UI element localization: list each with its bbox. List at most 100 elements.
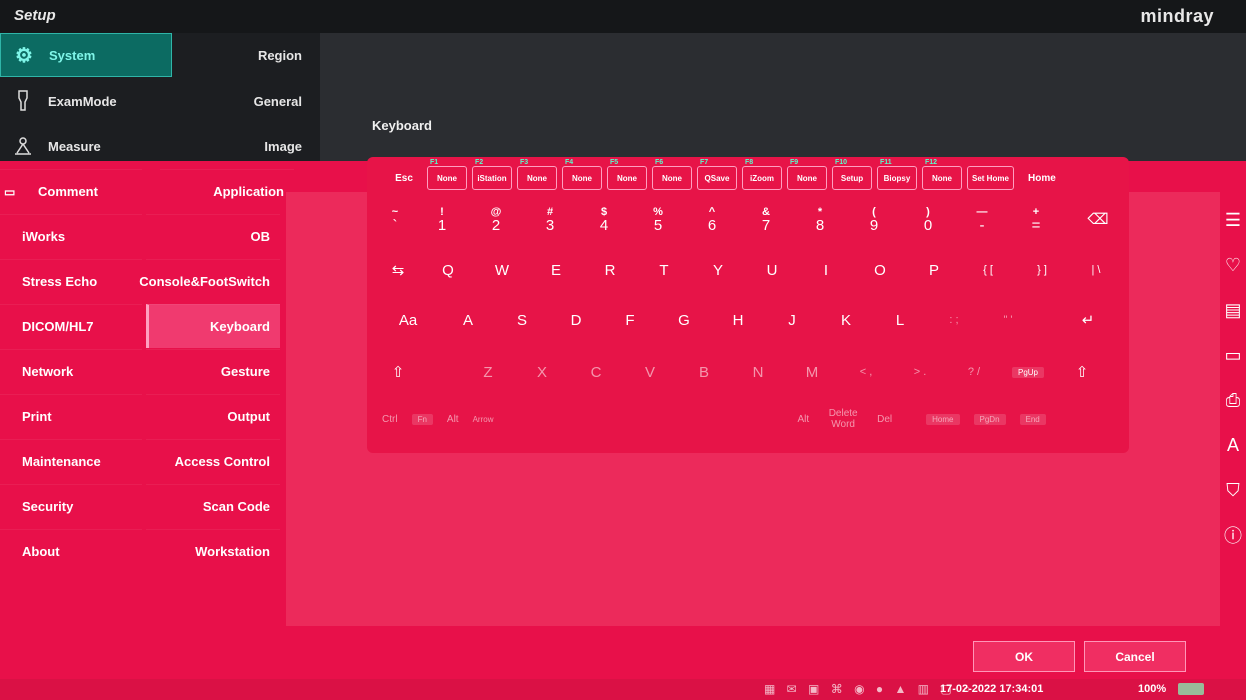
key-period[interactable]: > . — [893, 350, 947, 394]
monitor-icon[interactable]: ▭ — [1220, 340, 1246, 370]
nav-item-iworks[interactable]: iWorks — [0, 214, 142, 258]
key-o[interactable]: O — [853, 248, 907, 292]
key-4[interactable]: $4 — [577, 198, 631, 242]
key-b[interactable]: B — [677, 350, 731, 394]
key-arrow[interactable]: Arrow — [473, 415, 494, 424]
key-c[interactable]: C — [569, 350, 623, 394]
subnav-item-gesture[interactable]: Gesture — [146, 349, 280, 393]
nav-item-security[interactable]: Security — [0, 484, 142, 528]
info-icon[interactable]: ⓘ — [1220, 520, 1246, 550]
key-alt-right[interactable]: Alt — [797, 414, 809, 425]
key-t[interactable]: T — [637, 248, 691, 292]
key-f5[interactable]: F5 None — [607, 159, 647, 190]
key-p[interactable]: P — [907, 248, 961, 292]
key-esc[interactable]: Esc — [386, 166, 422, 190]
key-i[interactable]: I — [799, 248, 853, 292]
key-6[interactable]: ^ 6 — [685, 198, 739, 242]
key-bracket-right[interactable]: } ] — [1015, 248, 1069, 292]
key-9[interactable]: (9 — [847, 198, 901, 242]
key-pgup[interactable]: PgUp — [1001, 350, 1055, 394]
enter-key[interactable]: ↵ — [1053, 298, 1123, 342]
tab-key[interactable]: ⇆ — [375, 248, 421, 292]
key-s[interactable]: S — [495, 298, 549, 342]
heart-icon[interactable]: ♡ — [1220, 250, 1246, 280]
key-f9[interactable]: F9 None — [787, 159, 827, 190]
subnav-item-image[interactable]: Image — [176, 124, 310, 168]
key-minus[interactable]: — - — [955, 198, 1009, 242]
key-q[interactable]: Q — [421, 248, 475, 292]
subnav-item-scan-code[interactable]: Scan Code — [146, 484, 280, 528]
key-1[interactable]: ! 1 — [415, 198, 469, 242]
key-2[interactable]: @2 — [469, 198, 523, 242]
nav-item-stress-echo[interactable]: Stress Echo — [0, 259, 142, 303]
key-pgdn[interactable]: PgDn — [973, 413, 1006, 425]
key-fn[interactable]: Fn — [411, 413, 433, 425]
key-f12[interactable]: F12 None — [922, 159, 962, 190]
caps-key[interactable]: Aa — [375, 298, 441, 342]
key-f4[interactable]: F4 None — [562, 159, 602, 190]
key-equals[interactable]: + = — [1009, 198, 1063, 242]
key-m[interactable]: M — [785, 350, 839, 394]
key-end[interactable]: End — [1019, 413, 1046, 425]
key-f11[interactable]: F11 Biopsy — [877, 159, 917, 190]
subnav-item-ob[interactable]: OB — [146, 214, 280, 258]
key-f10[interactable]: F10 Setup — [832, 159, 872, 190]
key-set-home[interactable]: Set Home — [967, 166, 1014, 190]
subnav-item-region[interactable]: Region — [176, 33, 310, 77]
nav-item-dicom-hl7[interactable]: DICOM/HL7 — [0, 304, 142, 348]
key-f2[interactable]: F2 iStation — [472, 159, 512, 190]
key-d[interactable]: D — [549, 298, 603, 342]
key-8[interactable]: * 8 — [793, 198, 847, 242]
key-quote[interactable]: " ' — [981, 298, 1035, 342]
shift-left-key[interactable]: ⇧ — [375, 350, 421, 394]
subnav-item-keyboard[interactable]: Keyboard — [146, 304, 280, 348]
text-icon[interactable]: A — [1220, 430, 1246, 460]
nav-item-about[interactable]: About — [0, 529, 142, 573]
key-alt-left[interactable]: Alt — [447, 414, 459, 425]
nav-item-maintenance[interactable]: Maintenance — [0, 439, 142, 483]
key-n[interactable]: N — [731, 350, 785, 394]
key-l[interactable]: L — [873, 298, 927, 342]
subnav-item-access-control[interactable]: Access Control — [146, 439, 280, 483]
backspace-key[interactable]: ⌫ — [1063, 198, 1133, 242]
key-f1[interactable]: F1 None — [427, 159, 467, 190]
key-semicolon[interactable]: : ; — [927, 298, 981, 342]
key-del[interactable]: Del — [877, 414, 892, 425]
key-f3[interactable]: F3 None — [517, 159, 557, 190]
key-ctrl[interactable]: Ctrl — [382, 414, 398, 425]
key-f7[interactable]: F7 QSave — [697, 159, 737, 190]
subnav-item-workstation[interactable]: Workstation — [146, 529, 280, 573]
key-backslash[interactable]: | \ — [1069, 248, 1123, 292]
subnav-item-general[interactable]: General — [176, 79, 310, 123]
document-icon[interactable]: ▤ — [1220, 295, 1246, 325]
key-j[interactable]: J — [765, 298, 819, 342]
subnav-item-console-footswitch[interactable]: Console&FootSwitch — [139, 259, 280, 303]
keyboard-layout-icon[interactable]: ☰ — [1220, 205, 1246, 235]
key-f8[interactable]: F8 iZoom — [742, 159, 782, 190]
key-5[interactable]: % 5 — [631, 198, 685, 242]
key-home-small[interactable]: Home — [926, 413, 960, 425]
key-slash[interactable]: ? / — [947, 350, 1001, 394]
subnav-item-output[interactable]: Output — [146, 394, 280, 438]
key-x[interactable]: X — [515, 350, 569, 394]
key-7[interactable]: & 7 — [739, 198, 793, 242]
shield-icon[interactable]: ⛉ — [1220, 475, 1246, 505]
key-g[interactable]: G — [657, 298, 711, 342]
nav-item-comment[interactable]: ▭ Comment — [0, 169, 142, 213]
nav-item-measure[interactable]: Measure — [0, 124, 172, 168]
key-home[interactable]: Home — [1019, 166, 1065, 190]
key-f6[interactable]: F6 None — [652, 159, 692, 190]
key-delete-word[interactable]: Delete Word — [823, 408, 863, 430]
key-h[interactable]: H — [711, 298, 765, 342]
ok-button[interactable]: OK — [973, 641, 1075, 672]
key-3[interactable]: #3 — [523, 198, 577, 242]
key-a[interactable]: A — [441, 298, 495, 342]
key-e[interactable]: E — [529, 248, 583, 292]
shift-right-key[interactable]: ⇧ — [1055, 350, 1109, 394]
key-comma[interactable]: < , — [839, 350, 893, 394]
key-w[interactable]: W — [475, 248, 529, 292]
printer-icon[interactable]: ⎙ — [1220, 385, 1246, 415]
key-r[interactable]: R — [583, 248, 637, 292]
nav-item-system[interactable]: ⚙ System — [0, 33, 172, 77]
subnav-item-application[interactable]: Application — [160, 169, 294, 213]
